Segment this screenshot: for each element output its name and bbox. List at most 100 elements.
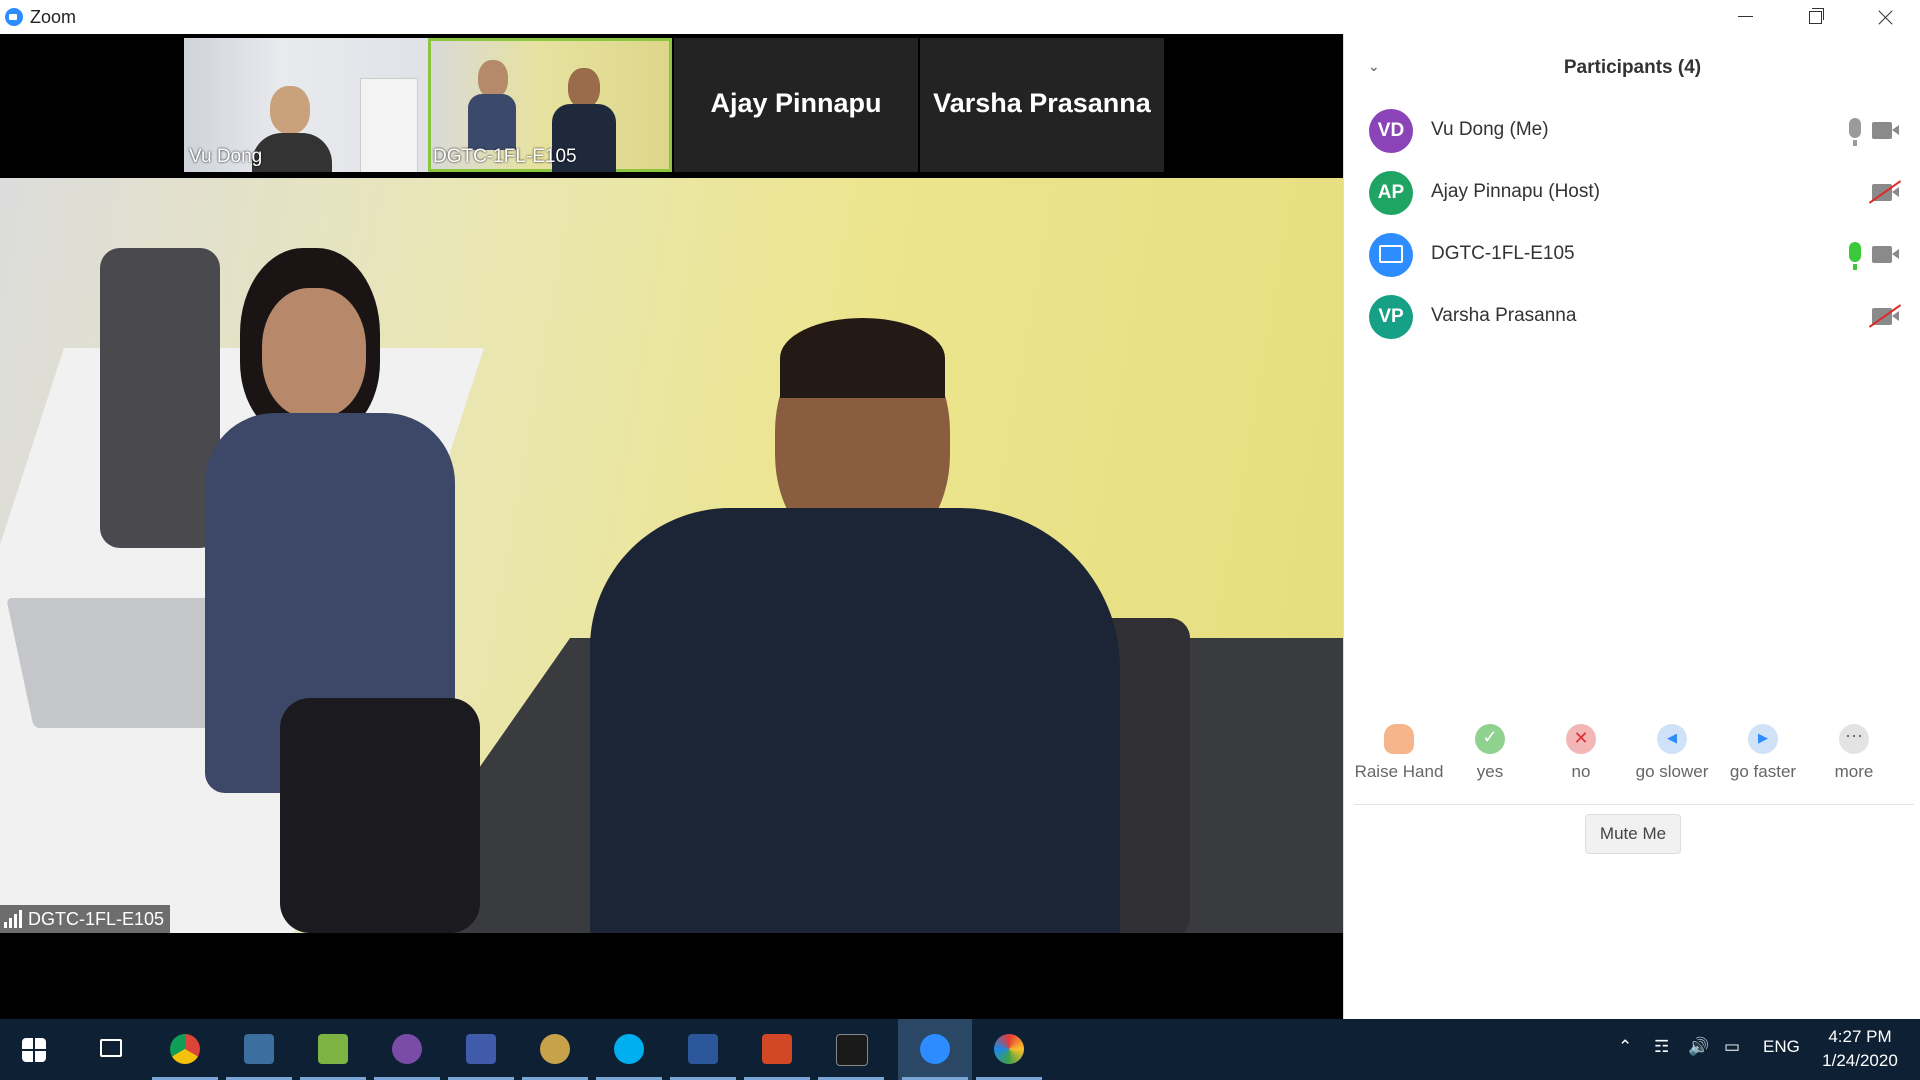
fast-forward-icon: ▶ — [1748, 724, 1778, 754]
zoom-icon — [920, 1034, 950, 1064]
video-camera-icon — [1872, 246, 1899, 263]
person-body — [590, 508, 1120, 933]
go-slower-button[interactable]: ◀ go slower — [1627, 724, 1717, 782]
person-body — [468, 94, 516, 150]
main-video-name: DGTC-1FL-E105 — [28, 909, 165, 929]
thumbnail-dgtc[interactable]: DGTC-1FL-E105 — [428, 38, 672, 172]
taskbar-powerpoint[interactable] — [740, 1019, 814, 1080]
task-view-icon — [100, 1039, 122, 1057]
microphone-active-icon — [1849, 242, 1861, 270]
taskbar-paint[interactable] — [972, 1019, 1046, 1080]
more-button[interactable]: ⋯ more — [1809, 724, 1899, 782]
check-icon: ✓ — [1475, 724, 1505, 754]
chair — [100, 248, 220, 548]
taskbar-notepad-plus[interactable] — [296, 1019, 370, 1080]
person-face — [262, 288, 366, 418]
palette-icon — [994, 1034, 1024, 1064]
participant-name: Varsha Prasanna — [1431, 305, 1577, 326]
rewind-icon: ◀ — [1657, 724, 1687, 754]
clock[interactable]: 4:27 PM 1/24/2020 — [1810, 1025, 1910, 1073]
wifi-icon[interactable]: ☶ — [1654, 1037, 1669, 1057]
chrome-icon — [170, 1034, 200, 1064]
thumbnail-varsha-prasanna[interactable]: Varsha Prasanna — [920, 38, 1164, 172]
github-icon — [392, 1034, 422, 1064]
dolphin-icon — [244, 1034, 274, 1064]
show-hidden-icons-chevron-icon[interactable]: ⌃ — [1618, 1037, 1632, 1057]
zoom-logo-icon — [5, 8, 23, 26]
mute-me-button[interactable]: Mute Me — [1585, 814, 1681, 854]
person-figure — [270, 86, 310, 134]
minimize-button[interactable] — [1710, 0, 1780, 34]
title-bar: Zoom — [0, 0, 1920, 34]
raise-hand-icon — [1384, 724, 1414, 754]
restore-button[interactable] — [1780, 0, 1850, 34]
language-indicator[interactable]: ENG — [1763, 1037, 1800, 1057]
x-icon: ✕ — [1566, 724, 1596, 754]
person-figure — [568, 68, 600, 108]
powerpoint-icon — [762, 1034, 792, 1064]
clock-date: 1/24/2020 — [1822, 1051, 1898, 1070]
taskbar-settings-app[interactable] — [518, 1019, 592, 1080]
taskbar-mysql-workbench[interactable] — [222, 1019, 296, 1080]
signal-bars-icon — [4, 910, 22, 928]
taskbar-word[interactable] — [666, 1019, 740, 1080]
avatar: AP — [1369, 171, 1413, 215]
notepad-icon — [318, 1034, 348, 1064]
participants-panel: ⌄ Participants (4) VD Vu Dong (Me) AP Aj… — [1343, 34, 1920, 1019]
participant-name: Vu Dong (Me) — [1431, 119, 1549, 140]
gear-icon — [540, 1034, 570, 1064]
network-icon[interactable]: ▭ — [1724, 1037, 1740, 1057]
go-faster-button[interactable]: ▶ go faster — [1718, 724, 1808, 782]
terminal-icon — [836, 1034, 868, 1066]
participant-row[interactable]: VP Varsha Prasanna — [1369, 292, 1909, 342]
windows-icon — [22, 1038, 46, 1062]
raise-hand-button[interactable]: Raise Hand — [1354, 724, 1444, 782]
thumbnail-name: DGTC-1FL-E105 — [433, 146, 577, 167]
word-icon — [688, 1034, 718, 1064]
avatar: VP — [1369, 295, 1413, 339]
main-video-label: DGTC-1FL-E105 — [0, 905, 171, 933]
task-view-button[interactable] — [72, 1019, 146, 1080]
video-off-icon — [1872, 308, 1899, 325]
thumbnail-name: Varsha Prasanna — [933, 88, 1151, 118]
thumbnail-name: Ajay Pinnapu — [710, 88, 882, 118]
person-legs — [280, 698, 480, 933]
thumbnail-ajay-pinnapu[interactable]: Ajay Pinnapu — [674, 38, 918, 172]
close-button[interactable] — [1850, 0, 1920, 34]
taskbar-zoom[interactable] — [898, 1019, 972, 1080]
skype-icon — [614, 1034, 644, 1064]
participants-title: Participants (4) — [1563, 57, 1702, 78]
room-system-icon — [1369, 233, 1413, 277]
taskbar-skype[interactable] — [592, 1019, 666, 1080]
start-button[interactable] — [0, 1019, 74, 1080]
window-title: Zoom — [30, 7, 77, 27]
door — [360, 78, 418, 172]
participant-name: DGTC-1FL-E105 — [1431, 243, 1575, 264]
nonverbal-feedback-bar: Raise Hand ✓ yes ✕ no ◀ go slower ▶ go f… — [1354, 724, 1914, 805]
person-figure — [478, 60, 508, 98]
person-body — [252, 133, 332, 172]
participant-row[interactable]: DGTC-1FL-E105 — [1369, 230, 1909, 280]
no-button[interactable]: ✕ no — [1536, 724, 1626, 782]
video-area: Vu Dong DGTC-1FL-E105 Ajay Pinnapu Varsh… — [0, 34, 1343, 1019]
participant-row[interactable]: VD Vu Dong (Me) — [1369, 106, 1909, 156]
avatar: VD — [1369, 109, 1413, 153]
ellipsis-icon: ⋯ — [1839, 724, 1869, 754]
taskbar-command-prompt[interactable] — [814, 1019, 888, 1080]
main-video[interactable]: DGTC-1FL-E105 — [0, 178, 1343, 933]
participant-name: Ajay Pinnapu (Host) — [1431, 181, 1600, 202]
clock-time: 4:27 PM — [1828, 1027, 1892, 1046]
taskbar: ⌃ ☶ 🔊 ▭ ENG 4:27 PM 1/24/2020 — [0, 1019, 1920, 1080]
volume-icon[interactable]: 🔊 — [1688, 1037, 1709, 1057]
taskbar-save-app[interactable] — [444, 1019, 518, 1080]
person-hair — [780, 318, 945, 398]
taskbar-github-desktop[interactable] — [370, 1019, 444, 1080]
video-off-icon — [1872, 184, 1899, 201]
microphone-icon[interactable] — [1849, 118, 1861, 146]
yes-button[interactable]: ✓ yes — [1445, 724, 1535, 782]
taskbar-chrome[interactable] — [148, 1019, 222, 1080]
thumbnail-vu-dong[interactable]: Vu Dong — [184, 38, 428, 172]
floppy-disk-icon — [466, 1034, 496, 1064]
participant-row[interactable]: AP Ajay Pinnapu (Host) — [1369, 168, 1909, 218]
video-camera-icon[interactable] — [1872, 122, 1899, 139]
